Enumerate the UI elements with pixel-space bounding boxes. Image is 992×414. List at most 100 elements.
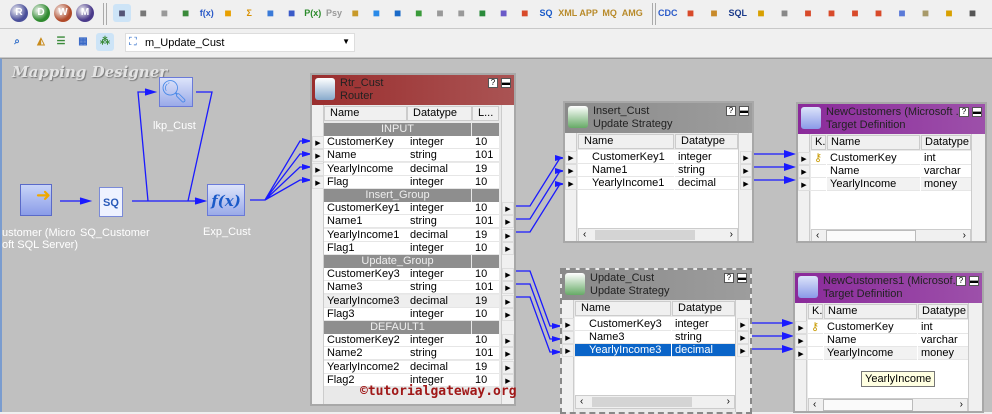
scroll-right-icon[interactable]: › — [727, 396, 730, 408]
input-port-arrow[interactable]: ▶ — [798, 165, 810, 178]
minimize-button[interactable]: ▬ — [969, 276, 979, 286]
xml-parser-tool-icon[interactable]: ■ — [870, 4, 888, 22]
input-port-arrow[interactable]: ▶ — [562, 344, 574, 357]
select-tool-icon[interactable]: ■ — [113, 4, 131, 22]
mapping-select[interactable]: ⛶ m_Update_Cust ▼ — [125, 33, 355, 52]
source-table-icon[interactable]: ➜ — [20, 184, 52, 216]
title-bar[interactable]: NewCustomers (Microsoft ... Target Defini… — [798, 104, 985, 134]
scroll-right-icon[interactable]: › — [963, 230, 966, 241]
output-port-arrow[interactable]: ▶ — [502, 347, 514, 361]
mapping-canvas[interactable]: Mapping Designer ➜ ustomer (Micro oft SQ… — [0, 58, 992, 414]
designer-button[interactable]: D — [32, 4, 50, 22]
output-port-arrow[interactable]: ▶ — [737, 318, 749, 331]
input-port-arrow[interactable]: ▶ — [562, 318, 574, 331]
table-row[interactable]: ▶ YearlyIncome2 decimal 19 — [312, 360, 514, 374]
output-port-arrow[interactable]: ▶ — [740, 177, 752, 190]
scroll-left-icon[interactable]: ‹ — [583, 229, 586, 241]
transaction-tool-icon[interactable]: ■ — [682, 4, 700, 22]
input-port-arrow[interactable]: ▶ — [795, 347, 807, 360]
data-masking-tool-icon[interactable]: ■ — [917, 4, 935, 22]
input-port-arrow[interactable]: ▶ — [312, 162, 324, 176]
union-tool-icon[interactable]: ■ — [752, 4, 770, 22]
target-newcustomers1[interactable]: NewCustomers1 (Microsof... Target Definit… — [793, 271, 984, 413]
horizontal-scrollbar[interactable]: ‹ › — [575, 395, 735, 409]
input-port-arrow[interactable]: ▶ — [565, 177, 577, 190]
group-header[interactable]: INPUT — [312, 123, 514, 136]
column-header-name[interactable]: Name — [324, 106, 407, 121]
table-edit-icon[interactable]: ▦ — [74, 33, 92, 51]
table-row[interactable]: ▶ Flag integer 10 — [312, 175, 514, 189]
column-header-datatype[interactable]: Datatype — [407, 106, 472, 121]
output-port-arrow[interactable]: ▶ — [740, 151, 752, 164]
scroll-left-icon[interactable]: ‹ — [816, 230, 819, 241]
horizontal-scrollbar[interactable]: ‹ › — [811, 229, 971, 241]
table-row[interactable]: ▶ CustomerKey2 integer 10 — [312, 334, 514, 348]
input-port-arrow[interactable]: ▶ — [795, 334, 807, 347]
lookup-icon[interactable]: 🔍︎ — [159, 77, 193, 107]
output-port-arrow[interactable]: ▶ — [737, 344, 749, 357]
sql-tool-icon[interactable]: SQL — [729, 4, 748, 22]
input-port-arrow[interactable]: ▶ — [312, 136, 324, 150]
table-row[interactable]: ▶ YearlyIncome decimal 19 — [312, 162, 514, 176]
table-row[interactable]: ▶ Name3 string 101 — [312, 281, 514, 295]
input-port-arrow[interactable]: ▶ — [565, 151, 577, 164]
xml-gen-tool-icon[interactable]: ■ — [893, 4, 911, 22]
output-port-arrow[interactable]: ▶ — [740, 164, 752, 177]
horizontal-scrollbar[interactable]: ‹ › — [578, 228, 738, 241]
insert-update-strategy[interactable]: Insert_Cust Update Strategy? ▬ Name Datatype… — [563, 101, 754, 243]
column-header-name[interactable]: Name — [575, 301, 671, 316]
column-header-datatype[interactable]: Datatype — [672, 301, 735, 316]
mq-tool-icon[interactable]: MQ — [601, 4, 619, 22]
joiner-tool-icon[interactable]: ■ — [473, 4, 491, 22]
output-port-arrow[interactable]: ▶ — [502, 268, 514, 282]
java-tool-icon[interactable]: ■ — [846, 4, 864, 22]
router-transformation[interactable]: Rtr_Cust Router? ▬ Name Datatype L... INPUT ▶ Cu… — [310, 73, 516, 406]
rank3-tool-icon[interactable]: ■ — [452, 4, 470, 22]
horizontal-scrollbar[interactable]: ‹ › — [808, 398, 968, 411]
group-header[interactable]: Insert_Group — [312, 189, 514, 202]
group-header[interactable]: DEFAULT1 — [312, 321, 514, 334]
column-header-name[interactable]: Name — [827, 135, 920, 150]
help-button[interactable]: ? — [956, 276, 966, 286]
table-row[interactable]: ▶ ▶ CustomerKey1 integer — [565, 151, 752, 164]
minimize-button[interactable]: ▬ — [739, 106, 749, 116]
mapplet-tool-icon[interactable]: ■ — [823, 4, 841, 22]
help-button[interactable]: ? — [959, 107, 969, 117]
workflow-manager-button[interactable]: W — [54, 4, 72, 22]
title-bar[interactable]: Rtr_Cust Router? ▬ — [312, 75, 514, 105]
fx-tool-icon[interactable]: f(x) — [198, 4, 216, 22]
table-row[interactable]: ▶ Name2 string 101 — [312, 347, 514, 361]
table-row[interactable]: ▶ CustomerKey1 integer 10 — [312, 202, 514, 216]
filter-tool-icon[interactable]: ■ — [219, 4, 237, 22]
stored-proc-tool-icon[interactable]: ■ — [705, 4, 723, 22]
table-row[interactable]: ▶ CustomerKey3 integer 10 — [312, 268, 514, 282]
scroll-left-icon[interactable]: ‹ — [580, 396, 583, 408]
sigma-tool-icon[interactable]: Σ — [240, 4, 258, 22]
chevron-down-icon[interactable]: ▼ — [342, 37, 350, 46]
web-tool-icon[interactable]: ■ — [516, 4, 534, 22]
input-port-arrow[interactable]: ▶ — [798, 152, 810, 165]
table-row[interactable]: ▶ ▶ Name3 string — [562, 331, 750, 344]
input-port-arrow[interactable]: ▶ — [795, 321, 807, 334]
input-port-arrow[interactable]: ▶ — [312, 175, 324, 189]
table-row[interactable]: ▶ YearlyIncome3 decimal 19 — [312, 294, 514, 308]
normalizer-tool-icon[interactable]: ■ — [346, 4, 364, 22]
output-port-arrow[interactable]: ▶ — [502, 215, 514, 229]
table-row[interactable]: ▶ YearlyIncome money — [795, 347, 982, 360]
lookup-tool-icon[interactable]: ■ — [261, 4, 279, 22]
column-header-datatype[interactable]: Datatype — [921, 135, 971, 150]
expression-icon[interactable]: f(x) — [207, 184, 245, 216]
repository-manager-button[interactable]: R — [10, 4, 28, 22]
table-row[interactable]: ▶ YearlyIncome1 decimal 19 — [312, 228, 514, 242]
output-port-arrow[interactable]: ▶ — [502, 281, 514, 295]
title-bar[interactable]: Update_Cust Update Strategy? ▬ — [562, 270, 750, 300]
cdc-tool-icon[interactable]: CDC — [658, 4, 678, 22]
sorter-tool-icon[interactable]: ■ — [495, 4, 513, 22]
column-header-datatype[interactable]: Datatype — [918, 304, 968, 319]
table-row[interactable]: ▶ Flag1 integer 10 — [312, 241, 514, 255]
table-row[interactable]: ▶ Name varchar — [798, 165, 985, 178]
scroll-left-icon[interactable]: ‹ — [813, 399, 816, 411]
scroll-right-icon[interactable]: › — [960, 399, 963, 411]
column-header-name[interactable]: Name — [824, 304, 917, 319]
router-tool-icon[interactable]: ■ — [367, 4, 385, 22]
